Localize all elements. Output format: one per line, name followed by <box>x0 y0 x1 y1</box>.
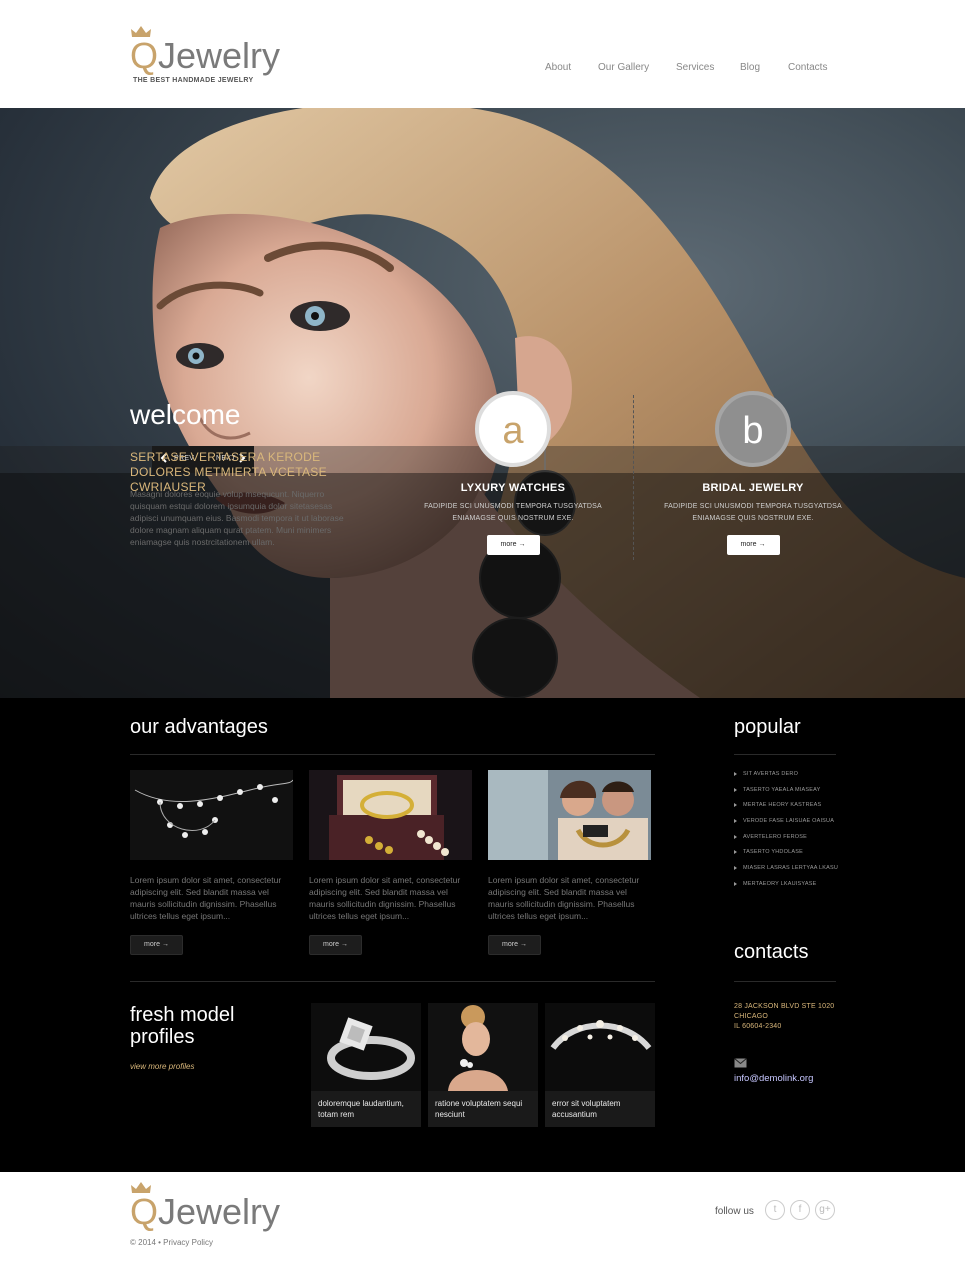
popular-item[interactable]: MERTAE HEORY KASTREAS <box>734 800 838 816</box>
profile-image-tiara <box>545 1003 655 1091</box>
view-more-profiles-link[interactable]: view more profiles <box>130 1062 194 1071</box>
profile-image-ring <box>311 1003 421 1091</box>
footer: QJewelry <box>0 1172 965 1272</box>
popular-item[interactable]: MIASER LASRAS LERTYAA LKASU <box>734 863 838 879</box>
more-label: more <box>502 941 518 948</box>
popular-item[interactable]: SIT AVERTAS DERO <box>734 769 838 785</box>
more-button[interactable]: more → <box>726 535 780 555</box>
divider <box>130 981 655 982</box>
welcome-title: welcome <box>130 399 241 430</box>
profile-card[interactable]: error sit voluptatem accusantium <box>545 1003 655 1127</box>
popular-item[interactable]: TASERTO YAEALA MIASEAY <box>734 785 838 801</box>
advantage-image-pearls[interactable] <box>130 770 293 860</box>
feature-text: FADIPIDE SCI UNUSMODI TEMPORA TUSGYATDSA… <box>424 503 602 522</box>
twitter-icon[interactable]: t <box>765 1200 785 1220</box>
profile-caption: error sit voluptatem accusantium <box>552 1099 621 1119</box>
profiles-title-line2: profiles <box>130 1026 195 1048</box>
feature-divider <box>633 395 634 560</box>
address-line: 28 JACKSON BLVD STE 1020 <box>734 1003 835 1010</box>
profile-caption: ratione voluptatem sequi nesciunt <box>435 1099 523 1119</box>
feature-letter-b: b <box>715 391 791 467</box>
advantages-title: our advantages <box>130 716 268 738</box>
nav-contacts[interactable]: Contacts <box>788 62 827 73</box>
header: QJewelry THE BEST HANDMADE JEWELRY About… <box>0 0 965 108</box>
more-button[interactable]: more → <box>486 535 540 555</box>
feature-text: FADIPIDE SCI UNUSMODI TEMPORA TUSGYATDSA… <box>664 503 842 522</box>
more-button[interactable]: more → <box>309 935 362 955</box>
more-label: more <box>323 941 339 948</box>
nav-gallery[interactable]: Our Gallery <box>598 62 649 73</box>
profile-caption: doloremque laudantium, totam rem <box>318 1099 404 1119</box>
more-label: more <box>500 541 517 548</box>
nav-blog[interactable]: Blog <box>740 62 760 73</box>
logo-text: Jewelry <box>158 35 281 76</box>
facebook-icon[interactable]: f <box>790 1200 810 1220</box>
profile-card[interactable]: ratione voluptatem sequi nesciunt <box>428 1003 538 1127</box>
popular-item[interactable]: AVERTELERO FEROSE <box>734 832 838 848</box>
logo-q: Q <box>130 1191 159 1232</box>
contacts-title: contacts <box>734 941 809 963</box>
follow-us-label: follow us <box>715 1206 754 1217</box>
more-label: more <box>144 941 160 948</box>
divider <box>734 754 836 755</box>
profile-card[interactable]: doloremque laudantium, totam rem <box>311 1003 421 1127</box>
address: 28 JACKSON BLVD STE 1020 CHICAGO IL 6060… <box>734 1002 834 1032</box>
divider <box>734 981 836 982</box>
profiles-title: fresh model profiles <box>130 1004 235 1048</box>
address-line: CHICAGO <box>734 1013 769 1020</box>
email-link[interactable]: info@demolink.org <box>734 1073 813 1084</box>
advantage-image-jewelry-box[interactable] <box>309 770 472 860</box>
popular-title: popular <box>734 716 801 738</box>
tagline: THE BEST HANDMADE JEWELRY <box>133 77 254 84</box>
divider <box>130 754 655 755</box>
google-plus-icon[interactable]: g+ <box>815 1200 835 1220</box>
nav-services[interactable]: Services <box>676 62 714 73</box>
advantage-text: Lorem ipsum dolor sit amet, consectetur … <box>130 875 282 921</box>
advantage-text: Lorem ipsum dolor sit amet, consectetur … <box>488 875 640 921</box>
nav-about[interactable]: About <box>545 62 571 73</box>
advantage-text: Lorem ipsum dolor sit amet, consectetur … <box>309 875 461 921</box>
mail-icon <box>734 1058 747 1068</box>
feature-watches: a LYXURY WATCHES FADIPIDE SCI UNUSMODI T… <box>423 391 603 555</box>
more-button[interactable]: more → <box>488 935 541 955</box>
popular-item[interactable]: MERTAEORY LKAUISYASE <box>734 879 838 895</box>
feature-bridal: b BRIDAL JEWELRY FADIPIDE SCI UNUSMODI T… <box>663 391 843 555</box>
popular-item[interactable]: VERODE FASE LAISUAE OAISUA <box>734 816 838 832</box>
address-line: IL 60604-2340 <box>734 1023 782 1030</box>
copyright: © 2014 • Privacy Policy <box>130 1238 213 1247</box>
logo-q: Q <box>130 35 159 76</box>
profile-image-model <box>428 1003 538 1091</box>
popular-item[interactable]: TASERTO YHDOLASE <box>734 847 838 863</box>
feature-letter-a: a <box>475 391 551 467</box>
page: QJewelry THE BEST HANDMADE JEWELRY About… <box>0 0 965 1272</box>
more-label: more <box>740 541 757 548</box>
logo-text: Jewelry <box>158 1191 281 1232</box>
profiles-title-line1: fresh model <box>130 1004 235 1026</box>
advantage-image-couple[interactable] <box>488 770 651 860</box>
more-button[interactable]: more → <box>130 935 183 955</box>
popular-list: SIT AVERTAS DERO TASERTO YAEALA MIASEAY … <box>734 769 838 895</box>
welcome-text: Masagni dolores eoquie volup msequcunt. … <box>130 489 344 547</box>
feature-title: LYXURY WATCHES <box>460 482 566 494</box>
feature-title: BRIDAL JEWELRY <box>702 482 804 494</box>
